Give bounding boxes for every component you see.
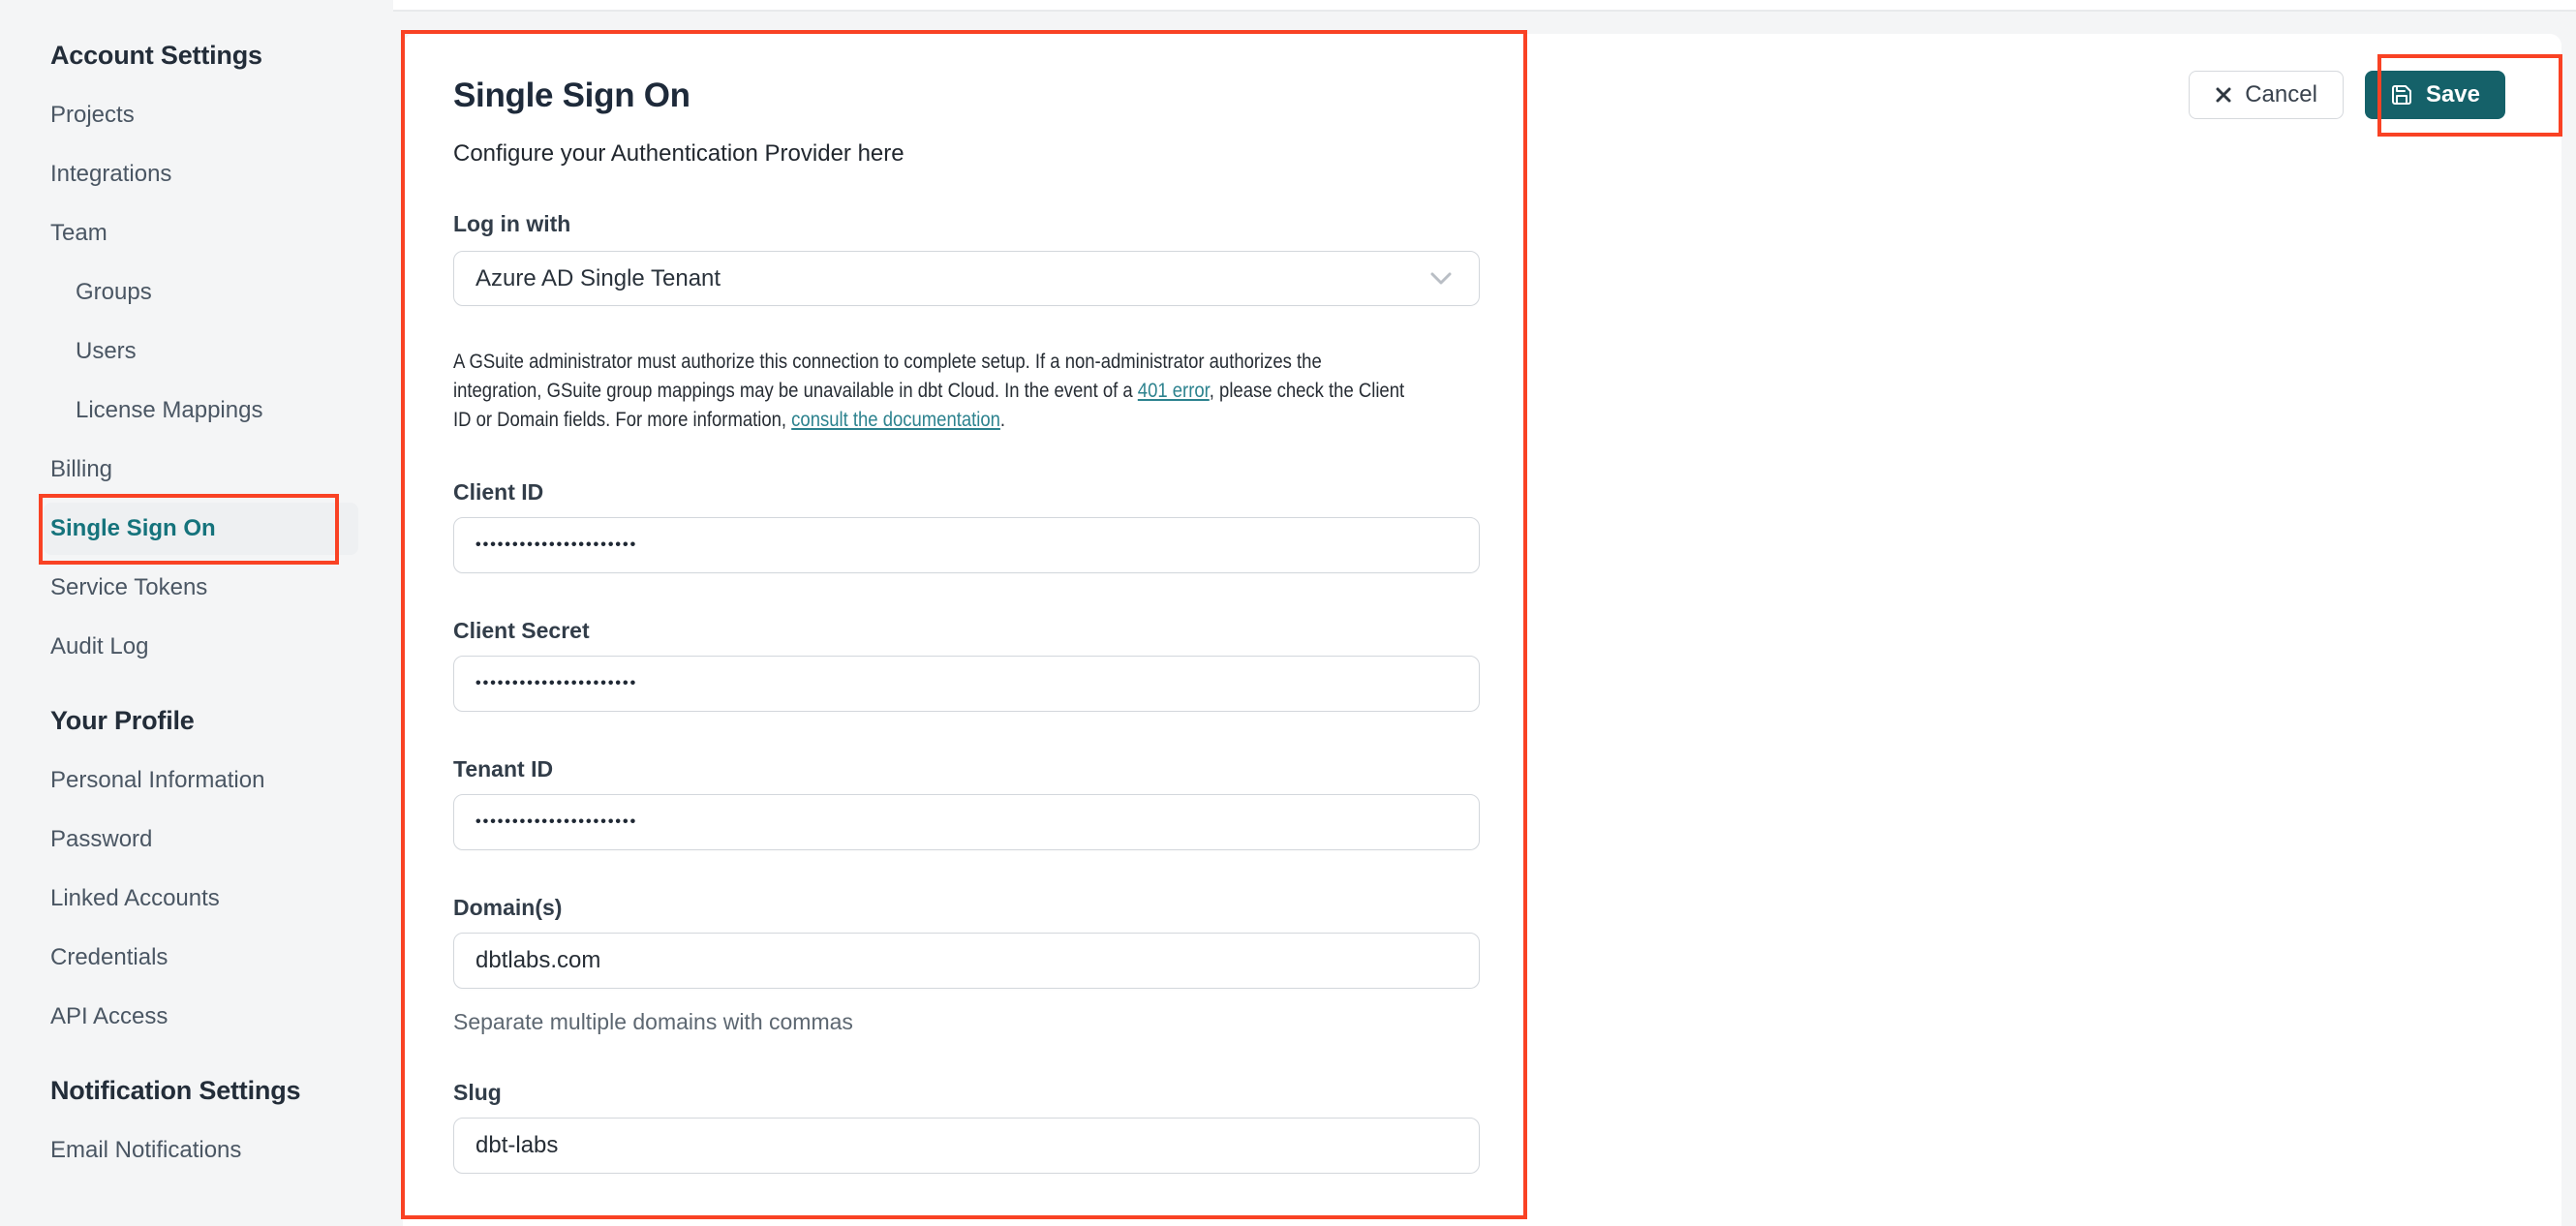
login-with-field: Log in with Azure AD Single Tenant [453, 211, 1507, 306]
tenant-id-field: Tenant ID [453, 756, 1507, 850]
chevron-up-icon [301, 226, 326, 241]
save-button[interactable]: Save [2364, 71, 2505, 119]
sidebar-item-password[interactable]: Password [50, 826, 393, 853]
slug-field: Slug [453, 1080, 1507, 1174]
page-subtitle: Configure your Authentication Provider h… [453, 140, 905, 167]
login-with-label: Log in with [453, 211, 571, 236]
sidebar-item-api-access[interactable]: API Access [50, 1003, 393, 1030]
floppy-disk-icon [2390, 83, 2413, 107]
domains-field: Domain(s) Separate multiple domains with… [453, 895, 1507, 1035]
sidebar-item-single-sign-on[interactable]: Single Sign On [44, 503, 358, 555]
provider-note: A GSuite administrator must authorize th… [453, 351, 1405, 431]
sidebar-item-personal-information[interactable]: Personal Information [50, 767, 393, 794]
top-navbar-edge [393, 0, 2576, 12]
sidebar-item-service-tokens[interactable]: Service Tokens [50, 574, 393, 601]
client-secret-field: Client Secret [453, 618, 1507, 712]
sidebar-heading-notification-settings: Notification Settings [50, 1076, 301, 1105]
sidebar-section-your-profile: Your Profile Personal Information Passwo… [50, 706, 393, 1030]
settings-sidebar: Account Settings Projects Integrations T… [0, 0, 393, 1226]
slug-input[interactable] [453, 1118, 1480, 1174]
slug-label: Slug [453, 1080, 502, 1105]
sidebar-heading-your-profile: Your Profile [50, 706, 195, 735]
x-icon [2215, 86, 2232, 104]
login-with-select[interactable]: Azure AD Single Tenant [453, 251, 1480, 306]
client-id-field: Client ID [453, 479, 1507, 573]
sso-form: Single Sign On Configure your Authentica… [403, 34, 1507, 1174]
sidebar-item-audit-log[interactable]: Audit Log [50, 633, 393, 660]
domains-helper-text: Separate multiple domains with commas [453, 1009, 853, 1034]
login-with-value: Azure AD Single Tenant [475, 264, 721, 291]
tenant-id-input[interactable] [453, 794, 1480, 850]
sidebar-item-credentials[interactable]: Credentials [50, 944, 393, 971]
sidebar-item-projects[interactable]: Projects [50, 102, 393, 129]
tenant-id-label: Tenant ID [453, 756, 554, 782]
chevron-down-icon [1430, 272, 1452, 286]
link-consult-documentation[interactable]: consult the documentation [791, 409, 1000, 431]
domains-label: Domain(s) [453, 895, 563, 920]
page-title: Single Sign On [453, 77, 690, 114]
sidebar-section-account-settings: Account Settings Projects Integrations T… [44, 41, 393, 660]
client-secret-input[interactable] [453, 656, 1480, 712]
cancel-button[interactable]: Cancel [2189, 71, 2344, 119]
domains-input[interactable] [453, 933, 1480, 989]
sidebar-item-license-mappings[interactable]: License Mappings [50, 397, 393, 424]
sidebar-item-groups[interactable]: Groups [50, 279, 393, 306]
sidebar-section-notification-settings: Notification Settings Email Notification… [50, 1076, 393, 1164]
sidebar-item-integrations[interactable]: Integrations [50, 161, 393, 188]
link-401-error[interactable]: 401 error [1138, 380, 1210, 402]
sidebar-item-users[interactable]: Users [50, 338, 393, 365]
client-secret-label: Client Secret [453, 618, 590, 643]
form-actions: Cancel Save [2189, 71, 2505, 119]
main-panel: Cancel Save Single Sign On Configure you… [403, 34, 2561, 1226]
sidebar-item-billing[interactable]: Billing [50, 456, 393, 483]
sidebar-heading-account-settings: Account Settings [50, 41, 262, 70]
sidebar-item-team[interactable]: Team [50, 220, 326, 247]
client-id-input[interactable] [453, 517, 1480, 573]
client-id-label: Client ID [453, 479, 544, 505]
sidebar-item-email-notifications[interactable]: Email Notifications [50, 1137, 393, 1164]
sidebar-item-linked-accounts[interactable]: Linked Accounts [50, 885, 393, 912]
